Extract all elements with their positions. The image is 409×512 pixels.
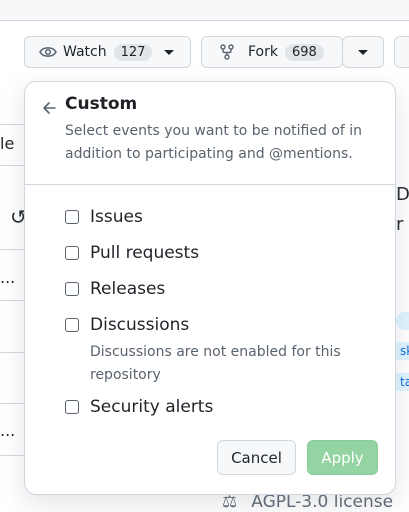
law-icon: ⚖ <box>222 492 238 512</box>
fork-button[interactable]: Fork 698 <box>201 36 343 68</box>
topic-tag: sk <box>396 342 409 360</box>
issues-checkbox[interactable] <box>65 210 79 224</box>
cancel-button[interactable]: Cancel <box>217 440 296 475</box>
license-text: ⚖ AGPL-3.0 license <box>222 492 394 512</box>
discussions-checkbox[interactable] <box>65 318 79 332</box>
eye-icon <box>39 47 57 57</box>
option-label: Issues <box>90 207 143 227</box>
fork-count: 698 <box>284 43 324 61</box>
option-label: Security alerts <box>90 397 214 417</box>
divider <box>0 300 24 301</box>
top-strip <box>0 0 409 21</box>
option-label: Discussions <box>90 315 190 335</box>
panel-header: Custom Select events you want to be noti… <box>25 82 395 185</box>
option-pull-requests[interactable]: Pull requests <box>65 243 199 263</box>
fork-label: Fork <box>248 44 278 60</box>
divider <box>0 249 24 250</box>
panel-title: Custom <box>65 94 138 114</box>
background-text: ... <box>0 421 16 440</box>
divider <box>0 352 24 353</box>
option-issues[interactable]: Issues <box>65 207 143 227</box>
fork-menu-button[interactable] <box>342 36 384 68</box>
watch-count: 127 <box>113 43 153 61</box>
arrow-left-icon[interactable] <box>39 98 59 118</box>
watch-button[interactable]: Watch 127 <box>24 36 191 68</box>
topic-tag: ta <box>396 373 409 391</box>
partial-button[interactable] <box>394 36 409 68</box>
discussions-note: Discussions are not enabled for this rep… <box>90 344 341 383</box>
topic-tag <box>396 312 409 330</box>
divider <box>0 455 24 456</box>
chevron-down-icon <box>164 49 175 55</box>
watch-label: Watch <box>63 44 107 60</box>
custom-notifications-panel: Custom Select events you want to be noti… <box>24 81 396 495</box>
background-text: Da <box>396 184 409 205</box>
chevron-down-icon <box>358 49 368 55</box>
apply-button[interactable]: Apply <box>307 440 378 475</box>
pull-requests-checkbox[interactable] <box>65 246 79 260</box>
background-text: r <box>396 214 404 235</box>
option-label: Releases <box>90 279 166 299</box>
releases-checkbox[interactable] <box>65 282 79 296</box>
fork-icon <box>220 44 234 60</box>
background-text: le <box>0 134 15 153</box>
option-security-alerts[interactable]: Security alerts <box>65 397 213 417</box>
divider <box>0 124 24 125</box>
security-alerts-checkbox[interactable] <box>65 400 79 414</box>
option-label: Pull requests <box>90 243 200 263</box>
option-releases[interactable]: Releases <box>65 279 165 299</box>
panel-subtitle: Select events you want to be notified of… <box>65 123 363 162</box>
background-text: ... <box>0 268 16 287</box>
option-discussions[interactable]: Discussions <box>65 315 189 335</box>
divider <box>0 165 24 166</box>
divider <box>0 403 24 404</box>
